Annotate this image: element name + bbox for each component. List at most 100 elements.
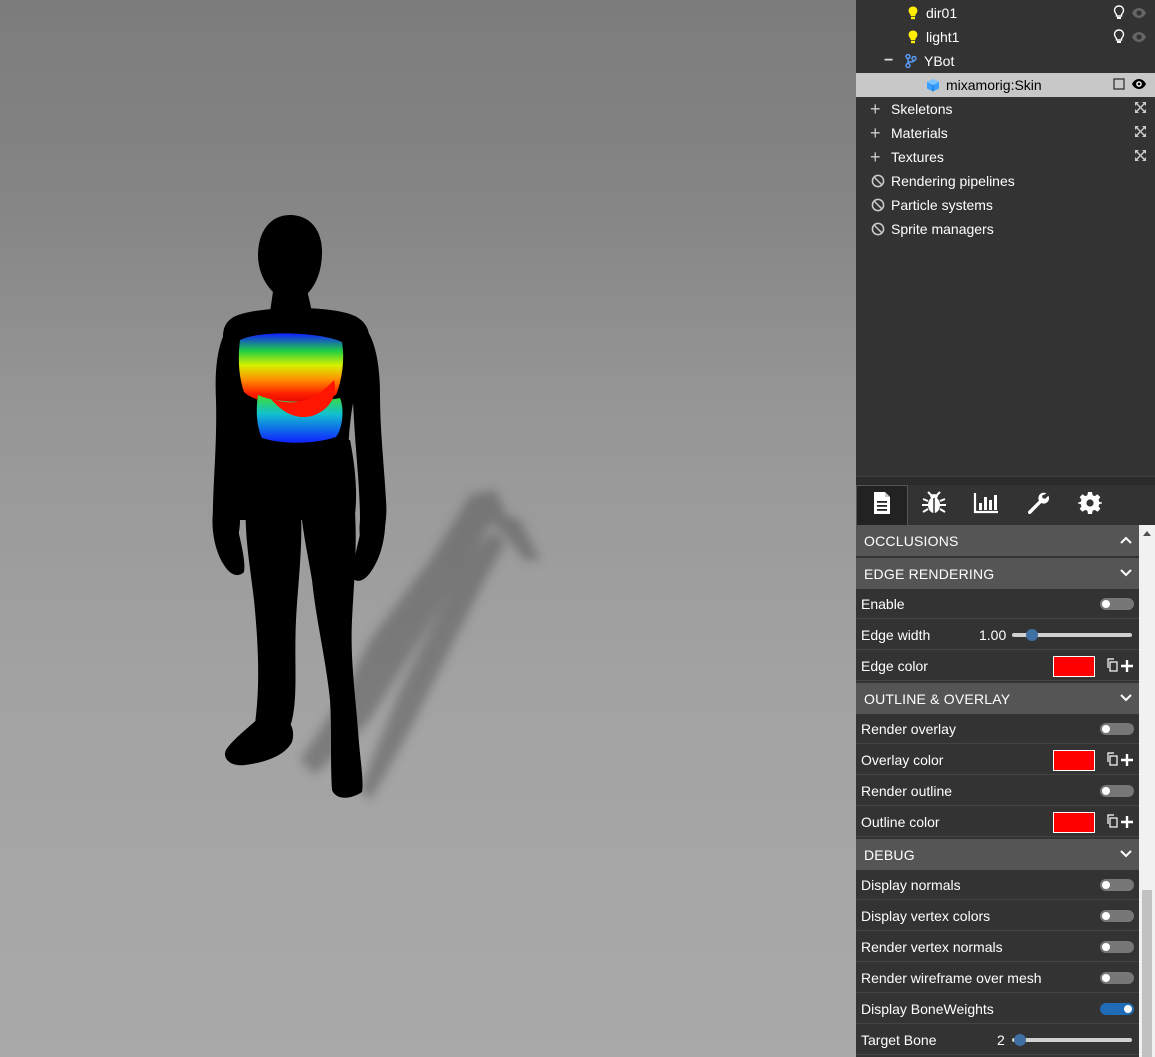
chevron-down-icon — [1119, 566, 1133, 583]
visibility-eye-icon[interactable] — [1131, 6, 1147, 22]
chevron-up-icon — [1119, 533, 1133, 550]
render-vertex-normals-label: Render vertex normals — [861, 938, 1003, 955]
render-outline-toggle[interactable] — [1100, 785, 1134, 797]
edge-color-label: Edge color — [861, 657, 928, 674]
section-title: OUTLINE & OVERLAY — [864, 690, 1011, 707]
display-vertex-colors-toggle[interactable] — [1100, 910, 1134, 922]
edge-width-slider-thumb[interactable] — [1026, 629, 1039, 641]
display-boneweights-label: Display BoneWeights — [861, 1000, 994, 1017]
inspector-tabs — [856, 485, 1155, 525]
tree-item-label: Materials — [891, 125, 948, 141]
edge-enable-toggle[interactable] — [1100, 598, 1134, 610]
tab-tools[interactable] — [1012, 485, 1064, 525]
property-pane: OCCLUSIONS EDGE RENDERING Enable Edge wi… — [856, 525, 1139, 1057]
property-pane-scrollbar[interactable] — [1139, 525, 1155, 1057]
visibility-eye-icon[interactable] — [1131, 30, 1147, 46]
tree-item-skeletons[interactable]: + Skeletons — [856, 97, 1155, 121]
expand-icon[interactable]: + — [870, 99, 891, 120]
chevron-down-icon — [1119, 691, 1133, 708]
tree-item-mixamorig-skin[interactable]: mixamorig:Skin — [856, 73, 1155, 97]
expand-all-icon[interactable] — [1134, 101, 1147, 114]
document-icon — [872, 491, 892, 520]
render-overlay-label: Render overlay — [861, 720, 956, 737]
section-header-debug[interactable]: DEBUG — [856, 839, 1139, 870]
render-overlay-toggle[interactable] — [1100, 723, 1134, 735]
tree-item-label: YBot — [924, 53, 955, 69]
display-normals-label: Display normals — [861, 876, 961, 893]
tree-item-label: light1 — [926, 29, 960, 45]
edge-width-label: Edge width — [861, 626, 931, 643]
tree-item-ybot[interactable]: − YBot — [856, 49, 1155, 73]
wrench-icon — [1026, 491, 1050, 520]
mesh-cube-icon — [926, 77, 940, 93]
render-outline-row: Render outline — [856, 776, 1139, 806]
copy-icon[interactable] — [1107, 658, 1118, 675]
plus-icon[interactable] — [1121, 659, 1133, 675]
section-header-edge-rendering[interactable]: EDGE RENDERING — [856, 558, 1139, 589]
tree-item-materials[interactable]: + Materials — [856, 121, 1155, 145]
plus-icon[interactable] — [1121, 753, 1133, 769]
tree-item-label: Rendering pipelines — [891, 173, 1015, 189]
chevron-down-icon — [1119, 847, 1133, 864]
edge-width-value: 1.00 — [979, 627, 1007, 643]
tab-settings[interactable] — [1064, 485, 1116, 525]
scroll-up-arrow-icon[interactable] — [1143, 531, 1151, 536]
tree-item-dir01[interactable]: dir01 — [856, 1, 1155, 25]
light-toggle-icon[interactable] — [1113, 29, 1125, 47]
overlay-color-swatch[interactable] — [1053, 750, 1095, 771]
render-wireframe-label: Render wireframe over mesh — [861, 969, 1042, 986]
visibility-eye-icon[interactable] — [1131, 77, 1147, 93]
copy-icon[interactable] — [1107, 752, 1118, 769]
expand-icon[interactable]: + — [870, 147, 891, 168]
render-overlay-row: Render overlay — [856, 714, 1139, 744]
tree-item-sprite-managers[interactable]: Sprite managers — [856, 217, 1155, 241]
tree-item-particle-systems[interactable]: Particle systems — [856, 193, 1155, 217]
tree-item-light1[interactable]: light1 — [856, 25, 1155, 49]
section-header-outline-overlay[interactable]: OUTLINE & OVERLAY — [856, 683, 1139, 714]
tree-item-label: dir01 — [926, 5, 958, 21]
tree-item-rendering-pipelines[interactable]: Rendering pipelines — [856, 169, 1155, 193]
collapse-icon[interactable]: − — [884, 52, 898, 70]
tab-debug[interactable] — [908, 485, 960, 525]
target-bone-slider-thumb[interactable] — [1014, 1034, 1027, 1046]
lightbulb-icon — [906, 29, 920, 45]
panel-splitter[interactable] — [856, 476, 1155, 485]
tree-item-textures[interactable]: + Textures — [856, 145, 1155, 169]
render-vertex-normals-toggle[interactable] — [1100, 941, 1134, 953]
tab-properties[interactable] — [856, 485, 908, 525]
tab-statistics[interactable] — [960, 485, 1012, 525]
section-title: EDGE RENDERING — [864, 565, 995, 582]
tree-item-label: Sprite managers — [891, 221, 994, 237]
render-viewport[interactable] — [0, 0, 856, 1057]
render-wireframe-toggle[interactable] — [1100, 972, 1134, 984]
section-title: OCCLUSIONS — [864, 532, 959, 549]
edge-color-swatch[interactable] — [1053, 656, 1095, 677]
tree-item-label: Particle systems — [891, 197, 993, 213]
tree-item-label: Skeletons — [891, 101, 953, 117]
copy-icon[interactable] — [1107, 814, 1118, 831]
display-boneweights-toggle[interactable] — [1100, 1003, 1134, 1015]
light-toggle-icon[interactable] — [1113, 5, 1125, 23]
chart-icon — [973, 492, 999, 519]
plus-icon[interactable] — [1121, 815, 1133, 831]
overlay-color-row: Overlay color — [856, 745, 1139, 775]
outline-color-swatch[interactable] — [1053, 812, 1095, 833]
bug-icon — [921, 490, 947, 521]
display-normals-toggle[interactable] — [1100, 879, 1134, 891]
expand-all-icon[interactable] — [1134, 125, 1147, 138]
display-vertex-colors-label: Display vertex colors — [861, 907, 991, 924]
expand-all-icon[interactable] — [1134, 149, 1147, 162]
skeleton-branch-icon — [904, 53, 918, 69]
bounding-box-icon[interactable] — [1113, 77, 1125, 93]
outline-color-row: Outline color — [856, 807, 1139, 837]
expand-icon[interactable]: + — [870, 123, 891, 144]
tree-item-label: Textures — [891, 149, 944, 165]
section-header-occlusions[interactable]: OCCLUSIONS — [856, 525, 1139, 556]
scrollbar-thumb[interactable] — [1142, 890, 1152, 1057]
section-title: DEBUG — [864, 846, 915, 863]
disabled-icon — [870, 221, 885, 237]
tree-item-label: mixamorig:Skin — [946, 77, 1042, 93]
inspector-panel: dir01 light1 − YBot mixamorig:Skin + Ske… — [856, 0, 1155, 1057]
overlay-color-label: Overlay color — [861, 751, 944, 768]
target-bone-slider[interactable] — [1012, 1038, 1132, 1042]
